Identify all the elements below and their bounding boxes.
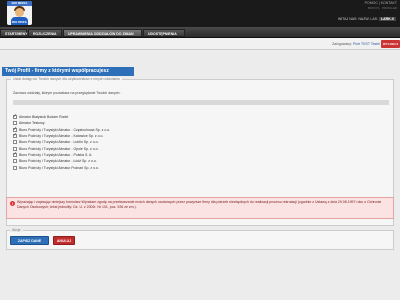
checkbox[interactable]	[13, 165, 17, 170]
welcome-user: LARK.X	[378, 17, 396, 21]
panel-legend: Ustal dostęp do Twoich danych dla użytko…	[11, 77, 122, 81]
page-title: Twój Profil - firmy z którymi współpracu…	[2, 67, 134, 76]
list-item-label: Biuro Podróży i Turystyki Almatur - Łódź…	[19, 159, 97, 164]
logged-info: Zalogowany: Piotr TEST Testel	[332, 42, 380, 46]
list-item-label: Biuro Podróży i Turystyki Almatur - Opol…	[19, 146, 99, 151]
logout-button[interactable]: WYLOGUJ	[381, 40, 400, 48]
main-content: Twój Profil - firmy z którymi współpracu…	[0, 50, 400, 300]
logo-sub: MOJ PROFIL	[11, 21, 28, 24]
list-item-label: Almatur Białystok Bodam Rodel	[19, 115, 69, 120]
checkbox[interactable]	[13, 140, 17, 145]
user-sub: BIOSYS · PROFILER	[368, 6, 397, 10]
user-area: POMOC | KONTAKT BIOSYS · PROFILER	[365, 1, 397, 10]
warning-icon: !	[10, 201, 15, 206]
branch-list: Almatur Białystok Bodam Rodel Almatur Te…	[13, 113, 389, 171]
consent-alert: ! Wyrażając i zapisując niniejszy formul…	[6, 197, 394, 219]
logo[interactable]: BIO MEDIA MOJ PROFIL	[7, 1, 32, 25]
logged-user[interactable]: Piotr TEST Testel	[353, 42, 380, 46]
panel-description: Zaznacz oddziały, którym pozwalasz na pr…	[13, 91, 121, 95]
list-item-label: Biuro Podróży i Turystyki Almatur Poznań…	[19, 165, 99, 170]
alert-text: Wyrażając i zapisując niniejszy formular…	[17, 200, 382, 209]
welcome-text: WITAJ NAS: NAZW. LAS: LARK.X	[338, 17, 396, 21]
main-nav: START/MENY ROZLICZENIA UPRAWNIENIA ODDZI…	[0, 27, 400, 38]
cancel-button[interactable]: ANULUJ	[53, 236, 75, 245]
list-item-label: Almatur Testowy	[19, 121, 45, 126]
user-links[interactable]: POMOC | KONTAKT	[365, 1, 397, 5]
actions-panel: Akcje ZAPISZ DANE ANULUJ	[6, 228, 394, 250]
welcome-prefix: WITAJ NAS: NAZW. LAS:	[337, 17, 378, 21]
nav-item-start[interactable]: START/MENY	[0, 29, 28, 37]
save-button[interactable]: ZAPISZ DANE	[10, 236, 49, 245]
list-item[interactable]: Biuro Podróży i Turystyki Almatur Poznań…	[13, 164, 389, 170]
filter-input[interactable]	[13, 100, 389, 105]
checkbox[interactable]	[13, 113, 17, 120]
list-item-label: Biuro Podróży i Turystyki Almatur - Lubl…	[19, 140, 99, 145]
sub-bar: Zalogowany: Piotr TEST Testel WYLOGUJ	[0, 38, 400, 50]
nav-item-udostepnienia[interactable]: UDOSTĘPNIENIA	[143, 29, 185, 37]
checkbox[interactable]	[13, 159, 17, 164]
checkbox[interactable]	[13, 151, 17, 157]
nav-item-rozliczenia[interactable]: ROZLICZENIA	[28, 29, 62, 37]
checkbox[interactable]	[13, 132, 17, 139]
logged-prefix: Zalogowany:	[332, 42, 352, 46]
list-item-label: Biuro Podróży i Turystyki Almatur - Częs…	[19, 127, 111, 132]
actions-legend: Akcje	[10, 228, 23, 232]
list-item-label: Biuro Podróży i Turystyki Almatur - Pols…	[19, 152, 93, 157]
avatar-face	[15, 8, 24, 17]
app-header: BIO MEDIA MOJ PROFIL POMOC | KONTAKT BIO…	[0, 0, 400, 27]
list-item-label: Biuro Podróży i Turystyki Almatur - Kato…	[19, 134, 104, 139]
nav-item-uprawnienia[interactable]: UPRAWNIENIA ODDZIAŁÓW DO ZMIAN	[63, 29, 142, 37]
